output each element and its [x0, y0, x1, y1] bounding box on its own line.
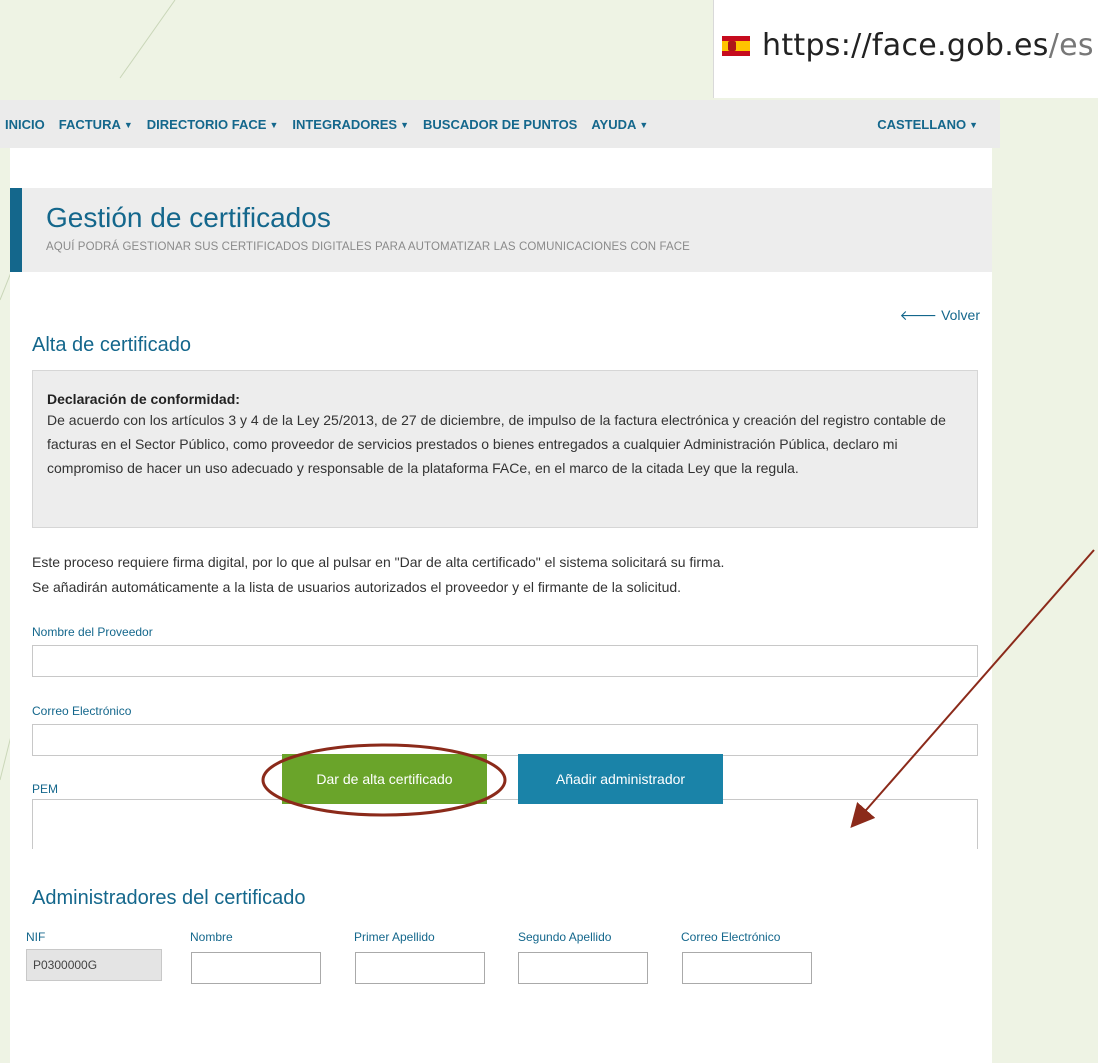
url-path: /es: [1048, 28, 1094, 63]
arrow-left-icon: 🡐: [899, 307, 938, 323]
proveedor-label: Nombre del Proveedor: [32, 625, 153, 639]
caret-down-icon: ▼: [269, 119, 279, 130]
page-header: Gestión de certificados AQUÍ PODRÁ GESTI…: [10, 188, 992, 272]
nav-menu: INICIO FACTURA ▼ DIRECTORIO FACE ▼ INTEGRA…: [5, 100, 662, 148]
nav-item-buscador-de-puntos[interactable]: BUSCADOR DE PUNTOS: [423, 117, 577, 132]
language-label: CASTELLANO ▼: [877, 116, 978, 132]
main-navbar: INICIO FACTURA ▼ DIRECTORIO FACE ▼ INTEGRA…: [0, 100, 1000, 148]
caret-down-icon: ▼: [400, 119, 410, 130]
nav-item-ayuda[interactable]: AYUDA ▼: [591, 117, 648, 132]
page-title: Gestión de certificados: [46, 202, 331, 233]
nombre-column-label: Nombre: [190, 930, 233, 944]
admin-correo-input[interactable]: [682, 952, 812, 984]
header-accent-bar: [10, 188, 22, 272]
declaration-text: De acuerdo con los artículos 3 y 4 de la…: [47, 412, 946, 476]
proveedor-name-input[interactable]: [32, 645, 978, 677]
nav-item-inicio[interactable]: INICIO: [5, 117, 45, 132]
segundo-apellido-column-label: Segundo Apellido: [518, 930, 612, 944]
caret-down-icon: ▼: [639, 119, 649, 130]
declaration-title: Declaración de conformidad:: [47, 391, 240, 407]
signature-info-text: Este proceso requiere firma digital, por…: [32, 554, 725, 570]
content-panel: Gestión de certificados AQUÍ PODRÁ GESTI…: [10, 148, 992, 1063]
pem-textarea[interactable]: [32, 799, 978, 849]
back-link[interactable]: 🡐 Volver: [900, 307, 980, 324]
back-link-label: Volver: [941, 307, 980, 323]
nav-item-factura[interactable]: FACTURA ▼: [59, 117, 133, 132]
primer-apellido-column-label: Primer Apellido: [354, 930, 435, 944]
nif-input: [26, 949, 162, 981]
spain-flag-icon: [722, 36, 750, 56]
nav-item-integradores[interactable]: INTEGRADORES ▼: [292, 117, 409, 132]
nav-item-directorio-face[interactable]: DIRECTORIO FACE ▼: [147, 117, 279, 132]
nif-column-label: NIF: [26, 930, 46, 944]
caret-down-icon: ▼: [969, 119, 978, 130]
admin-segundo-apellido-input[interactable]: [518, 952, 648, 984]
email-input[interactable]: [32, 724, 978, 756]
admin-primer-apellido-input[interactable]: [355, 952, 485, 984]
authorized-users-info-text: Se añadirán automáticamente a la lista d…: [32, 579, 682, 595]
url-text[interactable]: https://face.gob.es/es: [762, 28, 1094, 63]
alta-section-title: Alta de certificado: [32, 334, 191, 356]
pem-label: PEM: [32, 782, 59, 796]
page-subtitle: AQUÍ PODRÁ GESTIONAR SUS CERTIFICADOS DI…: [46, 241, 690, 253]
caret-down-icon: ▼: [123, 119, 133, 130]
admins-section-title: Administradores del certificado: [32, 887, 306, 909]
submit-certificate-button[interactable]: Dar de alta certificado: [282, 754, 487, 804]
email-label: Correo Electrónico: [32, 704, 132, 718]
add-administrator-button[interactable]: Añadir administrador: [518, 754, 723, 804]
browser-address-bar[interactable]: https://face.gob.es/es: [713, 0, 1098, 98]
language-selector[interactable]: CASTELLANO ▼: [877, 100, 978, 148]
admin-nombre-input[interactable]: [191, 952, 321, 984]
url-host: https://face.gob.es: [762, 28, 1049, 63]
declaration-box: Declaración de conformidad: De acuerdo c…: [32, 370, 978, 528]
correo-column-label: Correo Electrónico: [681, 930, 781, 944]
